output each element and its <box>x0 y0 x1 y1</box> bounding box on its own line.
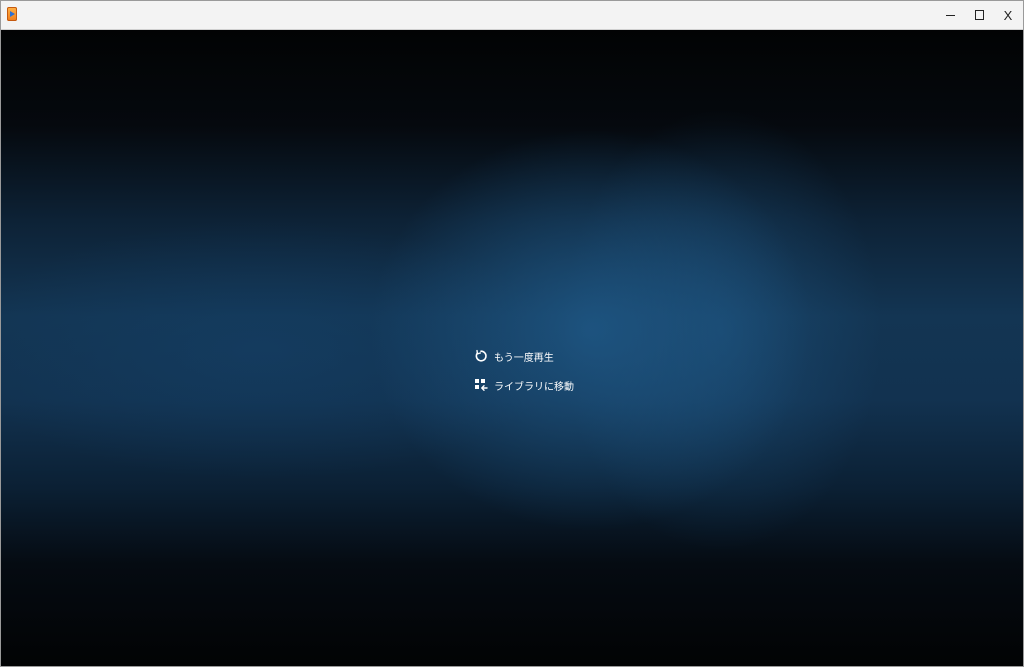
player-window: X もう一度再生 ライブラリに移動 <box>0 0 1024 667</box>
media-player-app-icon[interactable] <box>7 7 17 21</box>
library-icon <box>475 379 488 391</box>
minimize-button[interactable] <box>935 1 965 29</box>
maximize-button[interactable] <box>964 1 994 29</box>
close-icon: X <box>1003 7 1013 23</box>
replay-icon <box>475 349 487 362</box>
title-bar[interactable]: X <box>1 1 1023 30</box>
maximize-icon <box>974 10 984 20</box>
replay-button[interactable]: もう一度再生 <box>474 346 594 366</box>
minimize-icon <box>945 14 955 16</box>
library-label: ライブラリに移動 <box>494 381 574 393</box>
close-button[interactable]: X <box>993 1 1023 29</box>
video-canvas[interactable]: もう一度再生 ライブラリに移動 <box>1 30 1023 666</box>
replay-label: もう一度再生 <box>494 352 554 364</box>
go-to-library-button[interactable]: ライブラリに移動 <box>474 375 594 395</box>
end-of-playback-menu: もう一度再生 ライブラリに移動 <box>474 346 594 404</box>
